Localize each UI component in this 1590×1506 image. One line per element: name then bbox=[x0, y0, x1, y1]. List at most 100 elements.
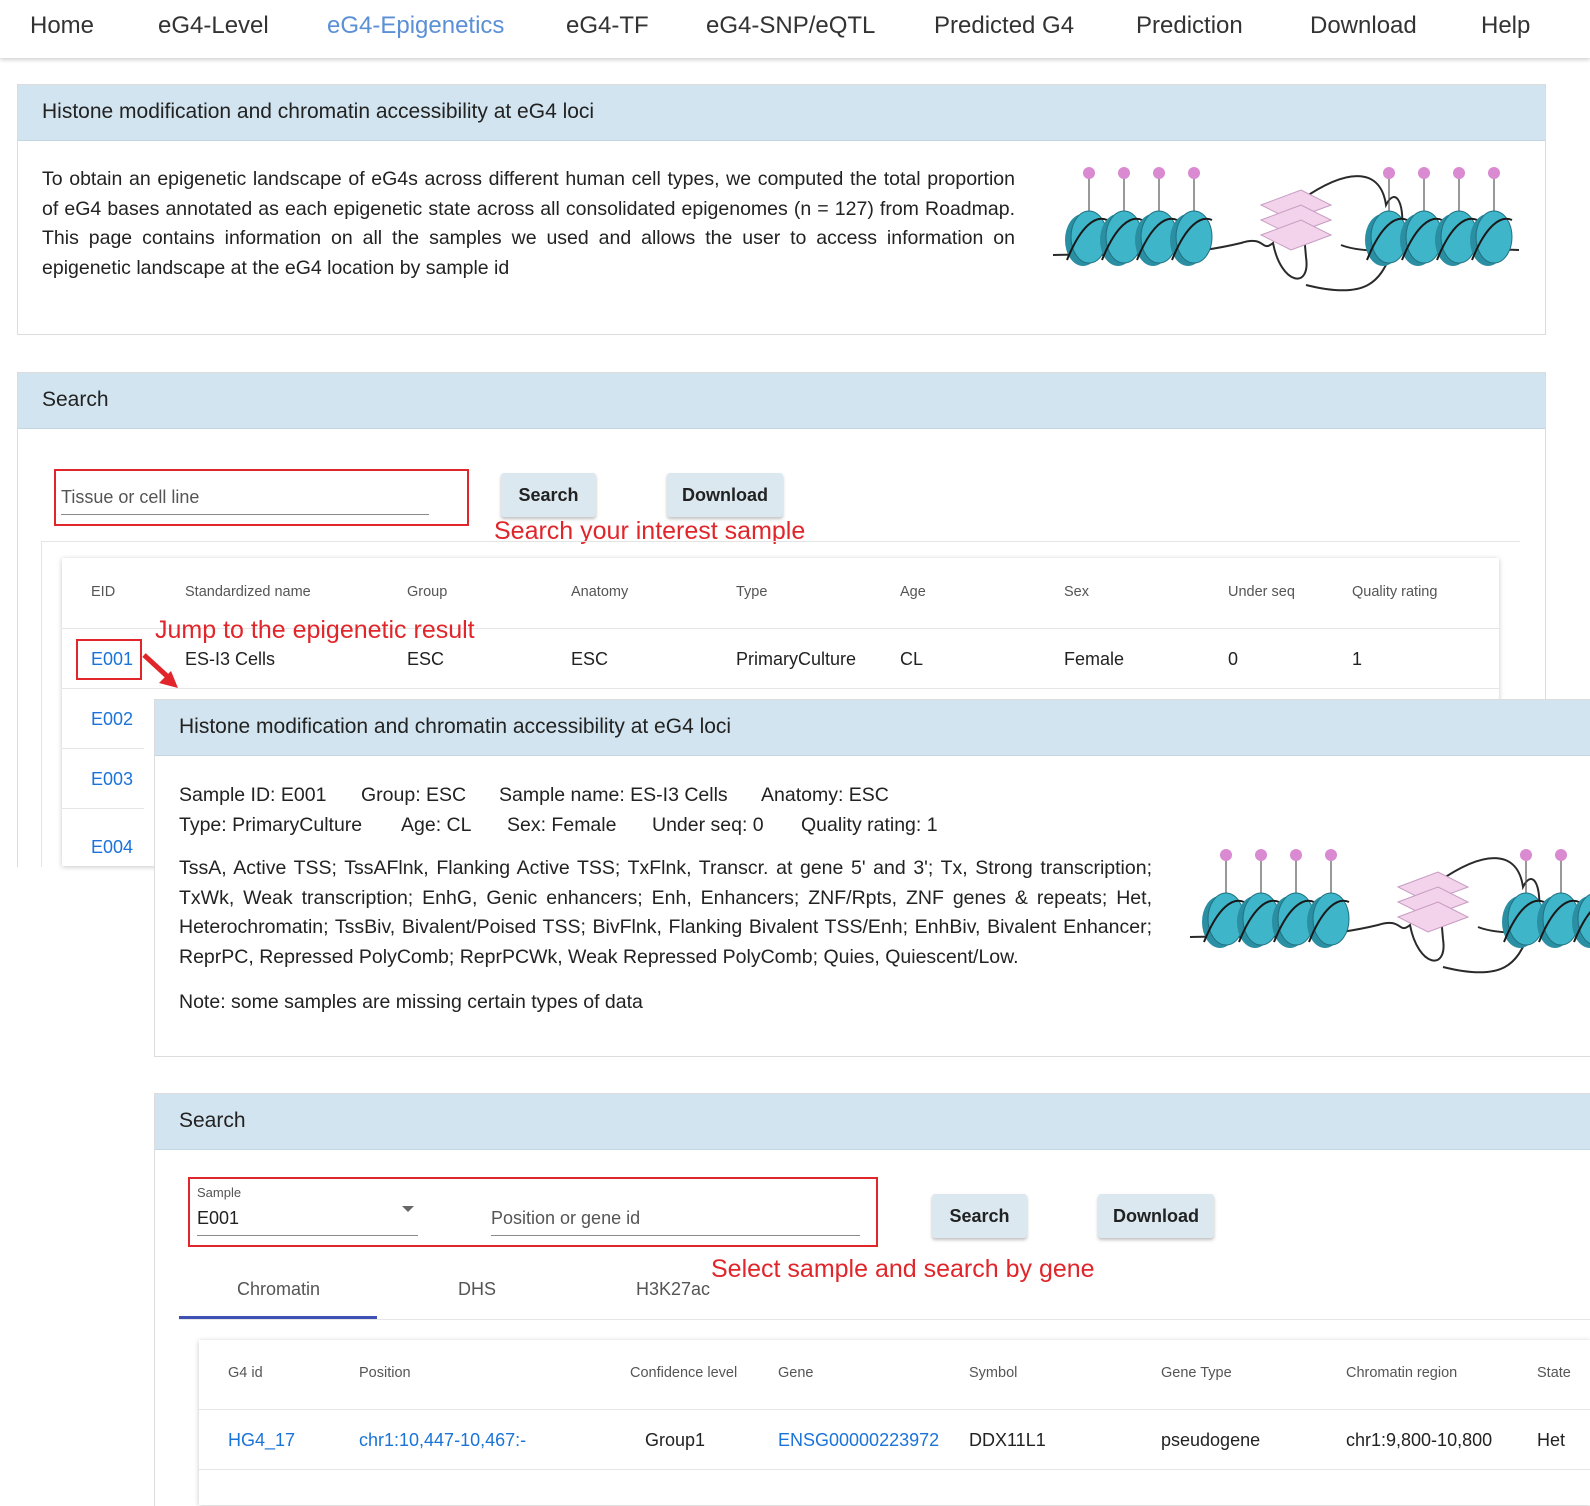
eid-link-e004[interactable]: E004 bbox=[91, 837, 133, 858]
row-divider bbox=[199, 1469, 1590, 1470]
col-quality-rating: Quality rating bbox=[1352, 584, 1438, 600]
g4-nucleosome-illustration bbox=[1052, 167, 1520, 292]
sample-download-button[interactable]: Download bbox=[667, 473, 783, 517]
sample-select-underline bbox=[197, 1235, 418, 1236]
g4-id-link[interactable]: HG4_17 bbox=[228, 1430, 295, 1451]
position-gene-input[interactable]: Position or gene id bbox=[491, 1208, 640, 1229]
gene-search-header: Search bbox=[155, 1094, 1590, 1150]
sample-name: Sample name: ES-I3 Cells bbox=[499, 784, 728, 806]
nav-predicted-g4[interactable]: Predicted G4 bbox=[934, 12, 1074, 40]
col-type: Type bbox=[736, 584, 768, 600]
histone-mark-icon bbox=[1083, 167, 1095, 179]
gene-search-button[interactable]: Search bbox=[932, 1194, 1027, 1238]
col-eid: EID bbox=[91, 584, 116, 600]
results-table: G4 id Position Confidence level Gene Sym… bbox=[199, 1340, 1590, 1505]
histone-mark-icon bbox=[1118, 167, 1130, 179]
nav-prediction[interactable]: Prediction bbox=[1136, 12, 1243, 40]
header-divider bbox=[199, 1409, 1590, 1410]
histone-mark-icon bbox=[1325, 849, 1337, 861]
annotation-jump-result: Jump to the epigenetic result bbox=[155, 616, 475, 644]
nav-download[interactable]: Download bbox=[1310, 12, 1417, 40]
sample-anatomy: Anatomy: ESC bbox=[761, 784, 889, 806]
nav-eg4-snp-eqtl[interactable]: eG4-SNP/eQTL bbox=[706, 12, 875, 40]
row-divider bbox=[62, 808, 144, 809]
annotation-select-sample: Select sample and search by gene bbox=[711, 1255, 1095, 1283]
tab-dhs[interactable]: DHS bbox=[458, 1279, 496, 1300]
col-group: Group bbox=[407, 584, 448, 600]
histone-mark-icon bbox=[1453, 167, 1465, 179]
gene-link[interactable]: ENSG00000223972 bbox=[778, 1430, 939, 1451]
position-gene-underline bbox=[491, 1235, 860, 1236]
col-chromatin-region: Chromatin region bbox=[1346, 1365, 1458, 1381]
intro-card-header: Histone modification and chromatin acces… bbox=[18, 85, 1545, 141]
nav-eg4-level[interactable]: eG4-Level bbox=[158, 12, 269, 40]
histone-mark-icon bbox=[1555, 849, 1567, 861]
intro-title: Histone modification and chromatin acces… bbox=[42, 100, 595, 123]
sample-id: Sample ID: E001 bbox=[179, 784, 327, 806]
sample-under-seq: Under seq: 0 bbox=[652, 814, 764, 836]
tab-chromatin[interactable]: Chromatin bbox=[237, 1279, 320, 1300]
tabs-divider bbox=[179, 1319, 1590, 1320]
tissue-search-input[interactable]: Tissue or cell line bbox=[61, 487, 429, 508]
cell-group: ESC bbox=[407, 649, 445, 669]
col-standardized-name: Standardized name bbox=[185, 584, 311, 600]
histone-mark-icon bbox=[1383, 167, 1395, 179]
eid-highlight-box bbox=[76, 639, 142, 680]
col-state: State bbox=[1537, 1365, 1571, 1381]
nav-eg4-epigenetics[interactable]: eG4-Epigenetics bbox=[327, 12, 504, 40]
sample-sex: Sex: Female bbox=[507, 814, 617, 836]
arrow-icon bbox=[142, 653, 178, 688]
g4-nucleosome-illustration bbox=[1189, 849, 1590, 974]
cell-chromatin-region: chr1:9,800-10,800 bbox=[1346, 1430, 1493, 1450]
detail-card-header: Histone modification and chromatin acces… bbox=[155, 700, 1590, 756]
eid-link-e002[interactable]: E002 bbox=[91, 709, 133, 730]
row-divider bbox=[62, 688, 1499, 689]
histone-mark-icon bbox=[1290, 849, 1302, 861]
position-link[interactable]: chr1:10,447-10,467:- bbox=[359, 1430, 526, 1451]
sample-select[interactable]: E001 bbox=[197, 1208, 239, 1229]
cell-quality-rating: 1 bbox=[1352, 649, 1363, 669]
col-age: Age bbox=[900, 584, 926, 600]
cell-gene-type: pseudogene bbox=[1161, 1430, 1261, 1450]
chevron-down-icon[interactable] bbox=[401, 1204, 415, 1214]
tab-h3k27ac[interactable]: H3K27ac bbox=[636, 1279, 710, 1300]
col-under-seq: Under seq bbox=[1228, 584, 1295, 600]
sample-search-header: Search bbox=[18, 373, 1545, 429]
col-confidence-level: Confidence level bbox=[630, 1365, 738, 1381]
col-symbol: Symbol bbox=[969, 1365, 1018, 1381]
nav-home[interactable]: Home bbox=[30, 12, 94, 40]
col-gene-type: Gene Type bbox=[1161, 1365, 1232, 1381]
cell-under-seq: 0 bbox=[1228, 649, 1239, 669]
sample-group: Group: ESC bbox=[361, 784, 467, 806]
top-nav: Home eG4-Level eG4-Epigenetics eG4-TF eG… bbox=[0, 0, 1590, 58]
histone-mark-icon bbox=[1418, 167, 1430, 179]
cell-standardized-name: ES-I3 Cells bbox=[185, 649, 276, 669]
nav-eg4-tf[interactable]: eG4-TF bbox=[566, 12, 649, 40]
chromatin-state-legend: TssA, Active TSS; TssAFlnk, Flanking Act… bbox=[179, 857, 1152, 968]
col-gene: Gene bbox=[778, 1365, 814, 1381]
col-anatomy: Anatomy bbox=[571, 584, 629, 600]
intro-card: Histone modification and chromatin acces… bbox=[17, 84, 1546, 335]
histone-mark-icon bbox=[1188, 167, 1200, 179]
histone-mark-icon bbox=[1488, 167, 1500, 179]
nav-help[interactable]: Help bbox=[1481, 12, 1530, 40]
sample-type: Type: PrimaryCulture bbox=[179, 814, 363, 836]
col-position: Position bbox=[359, 1365, 411, 1381]
tissue-search-underline bbox=[61, 514, 429, 515]
cell-anatomy: ESC bbox=[571, 649, 609, 669]
histone-mark-icon bbox=[1255, 849, 1267, 861]
cell-state: Het bbox=[1537, 1430, 1566, 1450]
missing-data-note: Note: some samples are missing certain t… bbox=[179, 991, 643, 1013]
sample-search-title: Search bbox=[42, 388, 109, 411]
gene-download-button[interactable]: Download bbox=[1098, 1194, 1214, 1238]
gene-search-title: Search bbox=[179, 1109, 246, 1132]
cell-type: PrimaryCulture bbox=[736, 649, 857, 669]
sample-select-label: Sample bbox=[197, 1185, 242, 1200]
col-g4-id: G4 id bbox=[228, 1365, 263, 1381]
eid-link-e003[interactable]: E003 bbox=[91, 769, 133, 790]
sample-quality-rating: Quality rating: 1 bbox=[801, 814, 938, 836]
sample-age: Age: CL bbox=[401, 814, 472, 836]
sample-search-button[interactable]: Search bbox=[501, 473, 596, 517]
intro-text: To obtain an epigenetic landscape of eG4… bbox=[42, 168, 1015, 279]
col-sex: Sex bbox=[1064, 584, 1089, 600]
